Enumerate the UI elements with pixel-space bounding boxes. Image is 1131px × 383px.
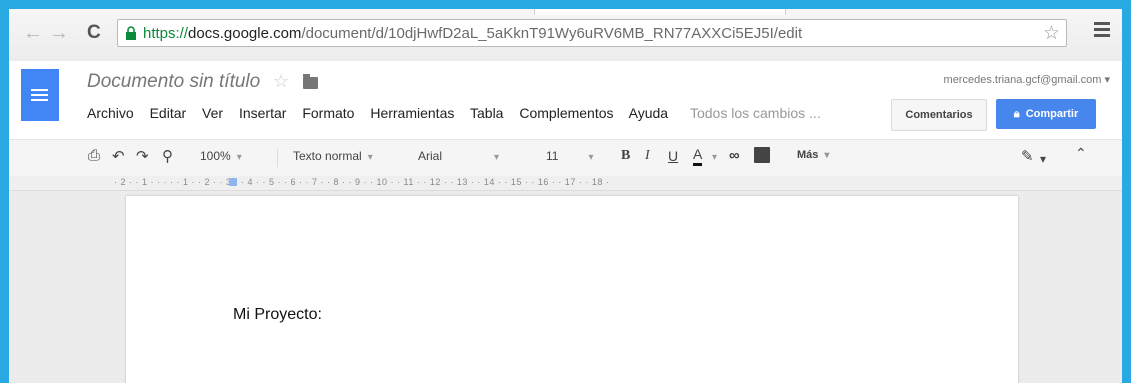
address-bar[interactable]: https://docs.google.com/document/d/10djH… [117,19,1067,47]
menu-herramientas[interactable]: Herramientas [370,105,454,121]
more-label: Más [797,149,819,161]
toolbar-divider [277,149,278,167]
forward-arrow-icon[interactable]: → [49,22,69,44]
paint-format-icon[interactable]: ⚲ [162,147,173,165]
menu-formato[interactable]: Formato [302,105,354,121]
document-title[interactable]: Documento sin título [87,71,260,93]
docs-logo-icon[interactable] [21,69,59,121]
tab-strip [534,9,786,15]
url-text: https://docs.google.com/document/d/10djH… [143,25,802,42]
style-value: Texto normal [293,149,362,163]
lock-icon: 🔒︎ [1013,108,1020,120]
underline-button[interactable]: U [668,148,678,164]
document-canvas: Mi Proyecto: [9,191,1122,383]
font-select[interactable]: Arial ▾ [418,149,518,163]
zoom-select[interactable]: 100% ▾ [200,149,242,163]
chevron-down-icon: ▾ [236,152,242,163]
menu-editar[interactable]: Editar [150,105,187,121]
ruler[interactable]: · 2 · · 1 · · · · · 1 · · 2 · · 3 · · 4 … [9,176,1122,191]
chevron-down-icon: ▾ [367,152,373,163]
chevron-down-icon: ▾ [494,152,500,163]
document-body-text[interactable]: Mi Proyecto: [233,306,322,324]
back-arrow-icon[interactable]: ← [23,22,43,44]
lock-icon [126,26,136,40]
chevron-down-icon: ▾ [588,152,594,163]
pencil-icon[interactable]: ✎ [1021,147,1034,165]
menu-archivo[interactable]: Archivo [87,105,134,121]
menu-insertar[interactable]: Insertar [239,105,286,121]
chevron-down-icon: ▾ [824,150,830,161]
italic-button[interactable]: I [645,148,650,164]
print-icon[interactable]: ⎙ [88,147,100,164]
share-button[interactable]: 🔒︎ Compartir [996,99,1096,129]
text-color-button[interactable]: A [693,146,703,166]
comments-button[interactable]: Comentarios [891,99,987,131]
undo-icon[interactable]: ↶ [112,147,125,165]
url-host: docs.google.com [188,25,302,42]
chevron-down-icon[interactable]: ▾ [1040,152,1046,166]
indent-marker-icon[interactable] [229,178,237,186]
style-select[interactable]: Texto normal ▾ [293,149,373,163]
browser-toolbar: ← → C https://docs.google.com/document/d… [9,9,1122,62]
url-scheme: https:// [143,25,189,42]
ruler-scale: · 2 · · 1 · · · · · 1 · · 2 · · 3 · · 4 … [114,177,610,187]
menu-complementos[interactable]: Complementos [519,105,613,121]
menu-ver[interactable]: Ver [202,105,223,121]
bold-button[interactable]: B [621,148,630,164]
reload-icon[interactable]: C [87,22,101,44]
star-icon[interactable]: ☆ [273,71,289,92]
link-icon[interactable]: ∞ [729,147,740,164]
share-button-label: Compartir [1025,108,1079,120]
redo-icon[interactable]: ↷ [136,147,149,165]
zoom-value: 100% [200,149,231,163]
menu-tabla[interactable]: Tabla [470,105,503,121]
collapse-icon[interactable]: ⌃ [1075,145,1087,162]
more-menu[interactable]: Más ▾ [797,149,829,161]
save-status[interactable]: Todos los cambios ... [690,105,821,121]
bookmark-star-icon[interactable]: ☆ [1043,22,1060,45]
url-path: /document/d/10djHwfD2aL_5aKknT91Wy6uRV6M… [301,25,803,42]
formatting-toolbar: ⎙ ↶ ↷ ⚲ 100% ▾ Texto normal ▾ Arial ▾ 11 ▾ B… [9,139,1122,177]
account-email[interactable]: mercedes.triana.gcf@gmail.com ▾ [944,73,1110,86]
comment-icon[interactable] [754,147,770,163]
menu-bar: Archivo Editar Ver Insertar Formato Herr… [87,105,833,121]
docs-header: Documento sin título ☆ mercedes.triana.g… [9,61,1122,139]
document-page[interactable]: Mi Proyecto: [126,196,1018,383]
browser-window: ← → C https://docs.google.com/document/d… [9,9,1122,383]
chrome-menu-icon[interactable] [1094,22,1110,38]
menu-ayuda[interactable]: Ayuda [629,105,668,121]
font-size-select[interactable]: 11 ▾ [546,149,594,163]
font-size-value: 11 [546,149,559,163]
font-value: Arial [418,149,443,163]
folder-icon[interactable] [303,74,318,89]
chevron-down-icon[interactable]: ▾ [712,152,717,163]
